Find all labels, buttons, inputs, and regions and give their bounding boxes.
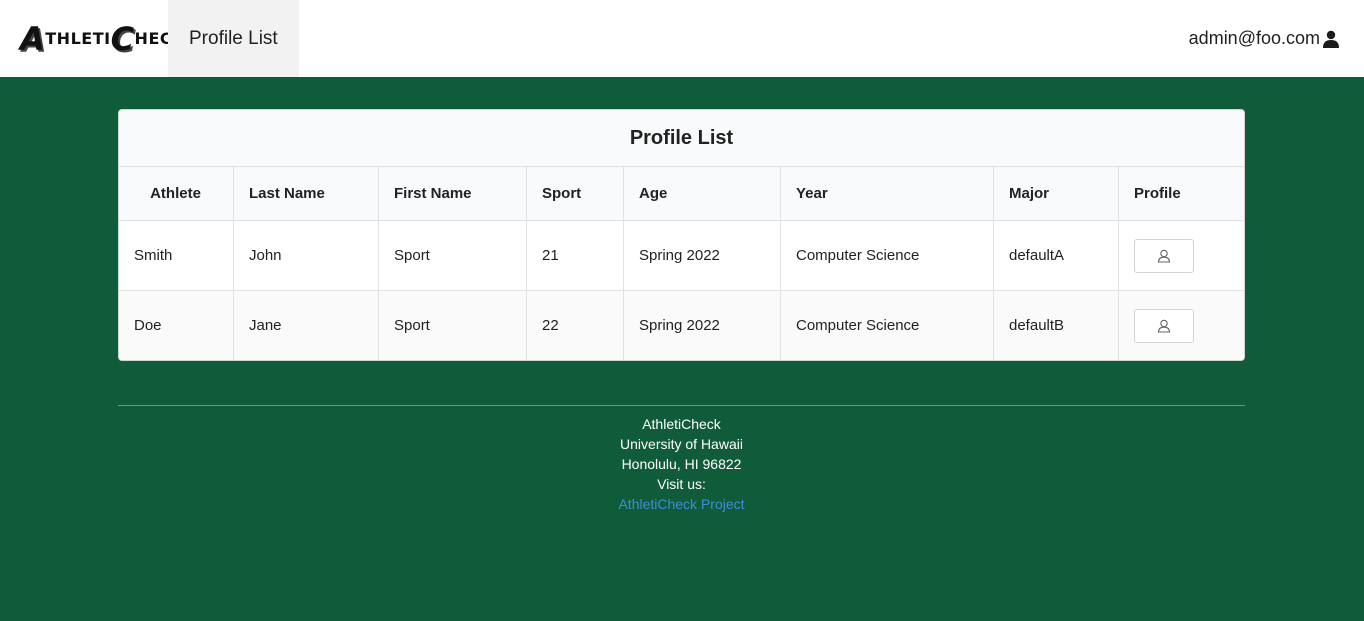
cell-profile: [1118, 220, 1244, 291]
cell-age: Spring 2022: [623, 220, 781, 291]
view-profile-button[interactable]: [1134, 238, 1194, 273]
cell-athlete: Smith: [134, 247, 173, 264]
cell-year: Computer Science: [780, 290, 994, 360]
cell-last-name: Jane: [233, 290, 379, 360]
athleticheck-logo[interactable]: A THLETI C HECK: [0, 0, 185, 77]
cell-sport: 21: [526, 220, 624, 291]
footer-project-link[interactable]: AthletiCheck Project: [618, 496, 744, 512]
user-email: admin@foo.com: [1188, 28, 1320, 48]
col-profile: Profile: [1118, 166, 1244, 221]
cell-profile: [1118, 290, 1244, 360]
col-age: Age: [623, 166, 781, 221]
footer-visit-label: Visit us:: [657, 476, 706, 492]
cell-first-name: Sport: [378, 290, 527, 360]
cell-major: defaultB: [993, 290, 1119, 360]
user-outline-icon: [1157, 249, 1171, 263]
logo-letter-c: C: [110, 19, 135, 58]
profile-table: Profile List Athlete Last Name First Nam…: [119, 110, 1244, 360]
cell-first-name: Sport: [378, 220, 527, 291]
footer-app-name: AthletiCheck: [642, 416, 721, 432]
top-navbar: A THLETI C HECK Profile List admin@foo.com: [0, 0, 1364, 77]
cell-athlete: Doe: [119, 290, 234, 360]
table-title: Profile List: [119, 110, 1244, 167]
cell-sport: 22: [526, 290, 624, 360]
user-menu[interactable]: admin@foo.com: [1189, 28, 1340, 49]
cell-year: Computer Science: [780, 220, 994, 291]
footer-university: University of Hawaii: [620, 436, 743, 452]
nav-profile-list[interactable]: Profile List: [168, 0, 299, 77]
cell-major: defaultA: [993, 220, 1119, 291]
table-row: Smith John Sport 21 Spring 2022 Computer…: [119, 220, 1244, 291]
footer-address: Honolulu, HI 96822: [621, 456, 742, 472]
profile-list-card: Profile List Athlete Last Name First Nam…: [118, 109, 1245, 361]
footer-divider: [118, 405, 1245, 406]
user-icon: [1323, 30, 1339, 48]
cell-age: Spring 2022: [623, 290, 781, 360]
logo-letter-a: A: [20, 19, 46, 58]
col-athlete: Athlete: [119, 166, 234, 221]
footer: AthletiCheck University of Hawaii Honolu…: [118, 414, 1245, 514]
col-first-name: First Name: [378, 166, 527, 221]
col-major: Major: [993, 166, 1119, 221]
nav-profile-list-label: Profile List: [189, 27, 278, 49]
logo-text-part1: THLETI: [45, 28, 111, 48]
cell-last-name: John: [233, 220, 379, 291]
user-outline-icon: [1157, 319, 1171, 333]
col-sport: Sport: [526, 166, 624, 221]
table-row: Doe Jane Sport 22 Spring 2022 Computer S…: [119, 290, 1244, 360]
col-year: Year: [780, 166, 994, 221]
col-last-name: Last Name: [233, 166, 379, 221]
view-profile-button[interactable]: [1134, 308, 1194, 343]
